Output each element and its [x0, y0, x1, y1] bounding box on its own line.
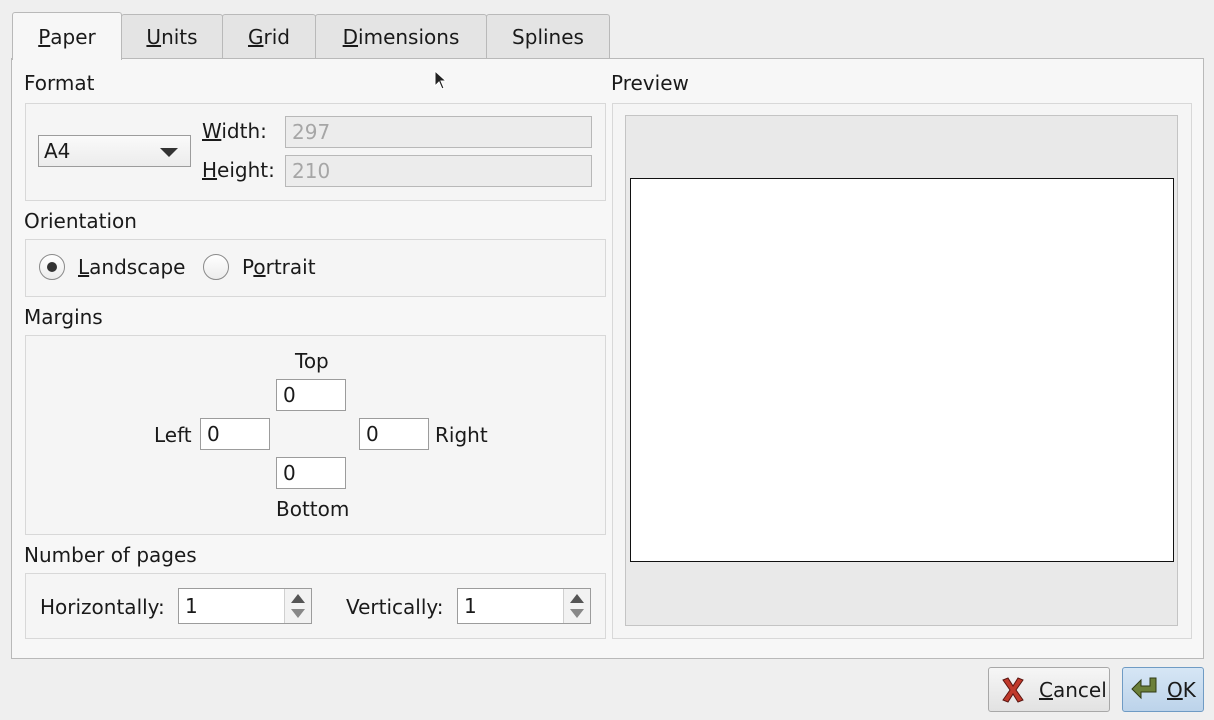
tab-dimensions-key: D [342, 24, 359, 49]
ok-button[interactable]: OK [1122, 667, 1204, 712]
tab-splines[interactable]: Splines [486, 14, 610, 58]
mouse-cursor-icon [434, 70, 448, 90]
margin-right-field[interactable]: 0 [359, 418, 429, 450]
tab-splines-label: Splines [512, 24, 584, 49]
vertical-label: Vertically: [346, 595, 444, 619]
vertical-value: 1 [464, 594, 477, 618]
format-selected: A4 [44, 139, 71, 163]
spin-up-icon[interactable] [291, 594, 305, 603]
ok-arrow-icon [1131, 677, 1157, 699]
margin-top-field[interactable]: 0 [276, 379, 346, 411]
horizontal-label: Horizontally: [40, 595, 165, 619]
tab-paper-label: aper [50, 24, 96, 49]
width-label: Width: [202, 119, 267, 143]
cancel-icon [1002, 676, 1024, 703]
tab-units[interactable]: Units [121, 14, 223, 58]
preview-page [630, 178, 1174, 562]
ok-label: OK [1167, 677, 1196, 702]
spin-down-icon[interactable] [291, 609, 305, 618]
preview-title: Preview [611, 71, 689, 95]
tab-grid-label: rid [263, 24, 290, 49]
pages-title: Number of pages [24, 543, 197, 567]
tab-units-key: U [146, 24, 162, 49]
spin-down-icon[interactable] [570, 609, 584, 618]
horizontal-value: 1 [185, 594, 198, 618]
cancel-button[interactable]: Cancel [988, 667, 1110, 712]
portrait-label[interactable]: Portrait [242, 255, 316, 279]
horizontal-spin-buttons[interactable] [284, 589, 311, 623]
margin-left-label: Left [154, 423, 192, 447]
tab-grid-key: G [248, 24, 264, 49]
paper-tab-panel: Format A4 Width: 297 Height: 210 Orienta… [11, 58, 1204, 659]
margin-left-field[interactable]: 0 [200, 418, 270, 450]
vertical-spin-buttons[interactable] [563, 589, 590, 623]
tab-dimensions-label: imensions [358, 24, 460, 49]
cancel-label: Cancel [1039, 677, 1107, 702]
width-field[interactable]: 297 [285, 116, 592, 148]
margin-bottom-field[interactable]: 0 [276, 457, 346, 489]
tab-paper-key: P [38, 24, 51, 49]
tab-dimensions[interactable]: Dimensions [315, 14, 487, 58]
vertical-spinbox[interactable]: 1 [457, 588, 591, 624]
tab-grid[interactable]: Grid [222, 14, 316, 58]
radio-selected-dot [47, 262, 57, 272]
horizontal-spinbox[interactable]: 1 [178, 588, 312, 624]
landscape-radio[interactable] [39, 254, 65, 280]
tab-units-label: nits [161, 24, 198, 49]
tab-paper[interactable]: Paper [12, 12, 122, 60]
format-title: Format [24, 71, 95, 95]
margin-bottom-label: Bottom [276, 497, 350, 521]
height-field[interactable]: 210 [285, 155, 592, 187]
portrait-radio[interactable] [203, 254, 229, 280]
height-label: Height: [202, 158, 275, 182]
margin-top-label: Top [295, 349, 329, 373]
margin-right-label: Right [435, 423, 488, 447]
landscape-label[interactable]: Landscape [78, 255, 185, 279]
margins-title: Margins [24, 305, 103, 329]
spin-up-icon[interactable] [570, 594, 584, 603]
format-combo[interactable]: A4 [38, 135, 191, 167]
chevron-down-icon [160, 148, 178, 157]
orientation-title: Orientation [24, 209, 137, 233]
